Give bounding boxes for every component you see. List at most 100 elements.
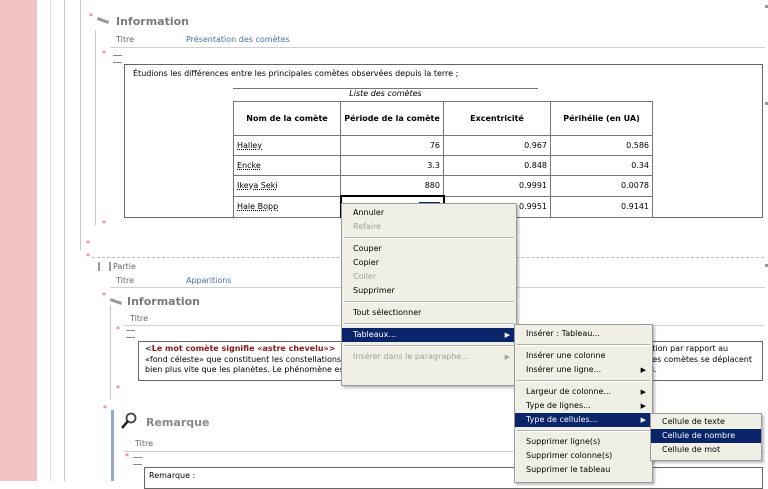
- cellules-submenu[interactable]: Cellule de texte Cellule de nombre Cellu…: [650, 413, 762, 461]
- partie-icon: [98, 262, 111, 271]
- table-cell[interactable]: 0.586: [550, 135, 653, 156]
- paragraph-text[interactable]: Étudions les différences entre les princ…: [133, 69, 458, 78]
- paragraph-bold[interactable]: Le mot comète signifie «astre chevelu»: [152, 344, 329, 353]
- table-cell[interactable]: 3.3: [340, 155, 444, 176]
- menu-item-supprimer-colonnes[interactable]: Supprimer colonne(s): [515, 449, 652, 463]
- required-star-icon: *: [103, 404, 107, 413]
- paragraph-icon: [113, 55, 122, 63]
- table-cell[interactable]: 0.848: [443, 155, 551, 176]
- table-cell[interactable]: 0.0078: [550, 175, 653, 197]
- required-star-icon: *: [86, 239, 90, 248]
- menu-item-tout-selectionner[interactable]: Tout sélectionner: [342, 306, 516, 320]
- menu-item-label: Type de cellules...: [526, 415, 598, 424]
- remarque-left-bar: [111, 410, 114, 481]
- col-header: Nom de la comète: [233, 101, 341, 136]
- paragraph-line[interactable]: ition par rapport au: [650, 344, 728, 353]
- table-row[interactable]: Ikeya Seki 880 0.9991 0.0078: [233, 175, 653, 197]
- magnifier-icon: [120, 412, 138, 430]
- submenu-arrow-icon: ▶: [640, 388, 646, 396]
- menu-item-label: Insérer dans le paragraphe...: [353, 352, 469, 361]
- paragraph-line[interactable]: «fond céleste» que constituent les const…: [145, 355, 348, 364]
- table-cell[interactable]: Ikeya Seki: [233, 175, 341, 197]
- menu-item-couper[interactable]: Couper: [342, 242, 516, 256]
- menu-item-refaire[interactable]: Refaire: [342, 220, 516, 234]
- menu-item-annuler[interactable]: Annuler: [342, 206, 516, 220]
- menu-item-cellule-texte[interactable]: Cellule de texte: [651, 415, 761, 429]
- remarque-heading: Remarque: [146, 416, 210, 429]
- menu-item-label: Type de lignes...: [526, 401, 591, 410]
- margin-line: [64, 0, 65, 481]
- required-star-icon: *: [86, 252, 90, 261]
- margin-line: [50, 0, 51, 481]
- context-menu[interactable]: Annuler Refaire Couper Copier Coller Sup…: [341, 203, 517, 386]
- table-caption: Liste des comètes: [233, 88, 538, 98]
- required-star-icon: *: [102, 219, 106, 228]
- remarque-text[interactable]: Remarque :: [149, 471, 195, 480]
- menu-item-inserer-paragraphe[interactable]: Insérer dans le paragraphe... ▶: [342, 350, 516, 364]
- menu-item-type-cellules[interactable]: Type de cellules... ▶: [515, 413, 652, 427]
- menu-item-cellule-nombre[interactable]: Cellule de nombre: [651, 429, 761, 443]
- menu-item-label: Insérer une ligne...: [526, 365, 602, 374]
- col-header: Excentricité: [443, 101, 551, 136]
- menu-item-tableaux[interactable]: Tableaux... ▶: [342, 328, 516, 342]
- left-margin-bar: [0, 0, 37, 481]
- titre-underline: [110, 47, 765, 48]
- table-cell[interactable]: 0.34: [550, 155, 653, 176]
- tableaux-submenu[interactable]: Insérer : Tableau... Insérer une colonne…: [514, 324, 653, 483]
- titre-value[interactable]: Apparitions: [186, 276, 232, 285]
- paragraph-line[interactable]: les comètes se déplacent: [650, 355, 752, 364]
- col-header: Périhélie (en UA): [550, 101, 653, 136]
- paragraph-icon: [126, 330, 135, 338]
- menu-separator: [517, 380, 650, 382]
- required-star-icon: *: [125, 452, 129, 461]
- titre-label: Titre: [116, 276, 135, 285]
- submenu-arrow-icon: ▶: [640, 402, 646, 410]
- menu-item-supprimer[interactable]: Supprimer: [342, 284, 516, 298]
- remarque-box[interactable]: Remarque :: [144, 467, 763, 489]
- titre-label: Titre: [130, 314, 149, 323]
- required-star-icon: *: [89, 12, 93, 21]
- submenu-arrow-icon: ▶: [504, 353, 510, 361]
- menu-separator: [344, 301, 514, 303]
- margin-line: [80, 0, 81, 250]
- menu-separator: [517, 344, 650, 346]
- table-cell[interactable]: 0.967: [443, 135, 551, 156]
- menu-separator: [344, 237, 514, 239]
- required-star-icon: *: [102, 291, 106, 300]
- menu-item-inserer-colonne[interactable]: Insérer une colonne: [515, 349, 652, 363]
- table-cell[interactable]: Encke: [233, 155, 341, 176]
- comets-table[interactable]: Nom de la comète Période de la comète Ex…: [233, 101, 653, 218]
- titre-label: Titre: [116, 35, 135, 44]
- table-row[interactable]: Halley 76 0.967 0.586: [233, 135, 653, 156]
- table-row[interactable]: Encke 3.3 0.848 0.34: [233, 155, 653, 176]
- required-star-icon: *: [116, 325, 120, 334]
- pencil-icon: [97, 17, 111, 23]
- table-cell[interactable]: 76: [340, 135, 444, 156]
- table-cell[interactable]: Hale Bopp: [233, 195, 341, 218]
- titre-label: Titre: [135, 439, 154, 448]
- paragraph-line: <Le mot comète signifie «astre chevelu»>: [145, 344, 336, 353]
- menu-separator: [344, 323, 514, 325]
- required-star-icon: *: [116, 384, 120, 393]
- pencil-icon: [110, 298, 124, 304]
- table-cell[interactable]: Halley: [233, 135, 341, 156]
- menu-item-cellule-mot[interactable]: Cellule de mot: [651, 443, 761, 457]
- paragraph-icon: [133, 457, 142, 465]
- table-cell[interactable]: 0.9991: [443, 175, 551, 197]
- menu-item-supprimer-tableau[interactable]: Supprimer le tableau: [515, 463, 652, 477]
- submenu-arrow-icon: ▶: [504, 331, 510, 339]
- menu-separator: [517, 430, 650, 432]
- menu-item-copier[interactable]: Copier: [342, 256, 516, 270]
- information-heading: Information: [116, 15, 189, 28]
- table-cell[interactable]: 880: [340, 175, 444, 197]
- menu-item-inserer-ligne[interactable]: Insérer une ligne... ▶: [515, 363, 652, 377]
- section-line: [110, 305, 111, 400]
- menu-item-inserer-tableau[interactable]: Insérer : Tableau...: [515, 327, 652, 341]
- menu-item-largeur-colonne[interactable]: Largeur de colonne... ▶: [515, 385, 652, 399]
- titre-value[interactable]: Présentation des comètes: [186, 35, 290, 44]
- table-cell[interactable]: 0.9141: [550, 195, 653, 218]
- menu-item-supprimer-lignes[interactable]: Supprimer ligne(s): [515, 435, 652, 449]
- menu-item-type-lignes[interactable]: Type de lignes... ▶: [515, 399, 652, 413]
- menu-item-coller[interactable]: Coller: [342, 270, 516, 284]
- partie-label: Partie: [113, 262, 136, 271]
